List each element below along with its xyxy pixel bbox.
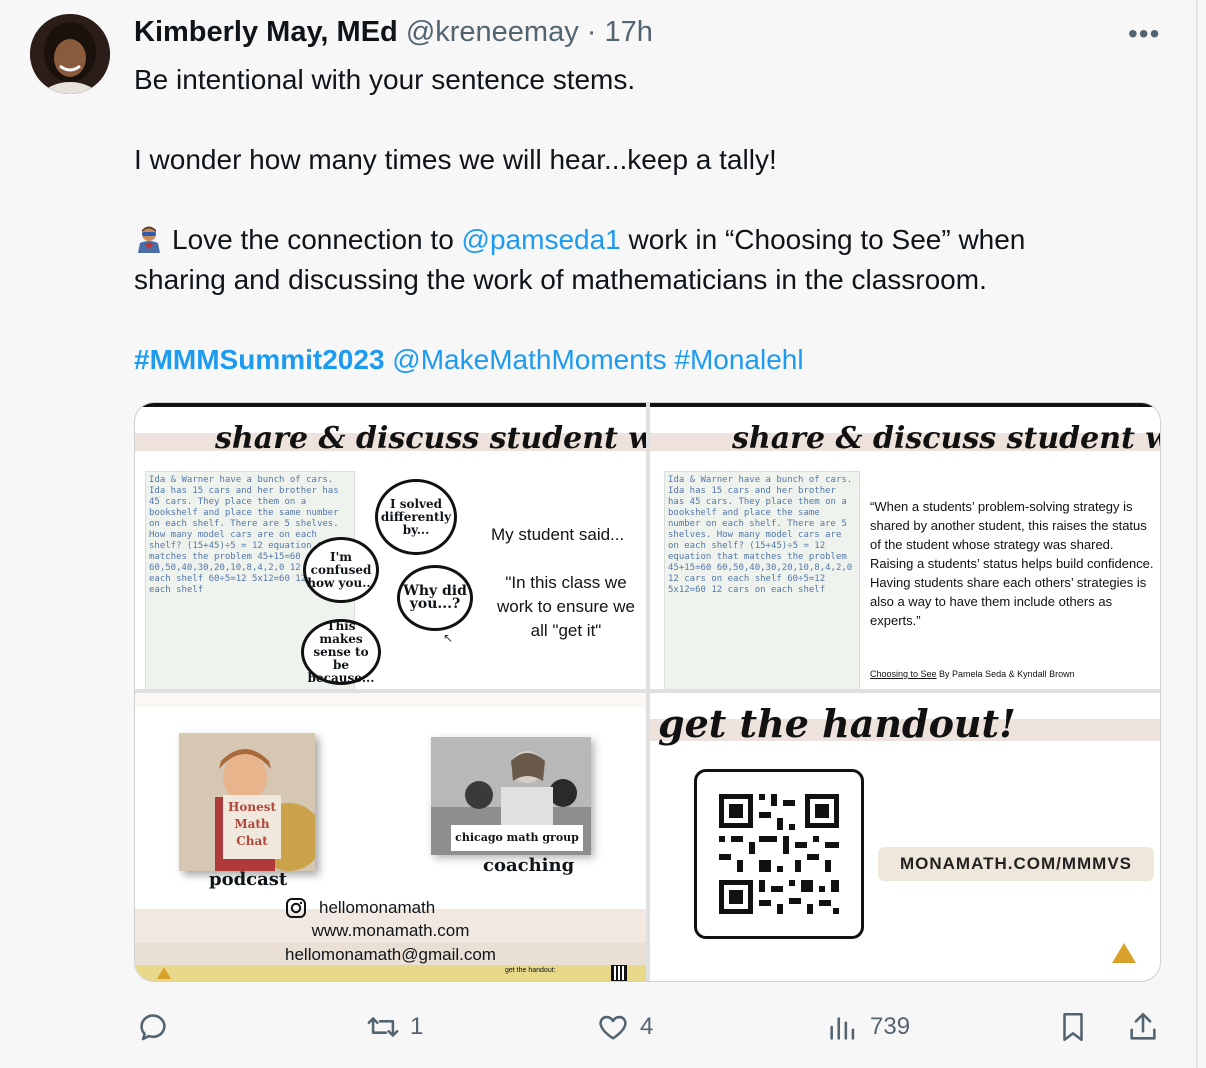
podcast-cover: Honest Math Chat <box>179 733 315 871</box>
more-options-icon[interactable]: ••• <box>1128 18 1160 50</box>
speech-bubble: I'm confused how you... <box>303 537 379 603</box>
speech-bubble: Why did you...? <box>397 565 473 631</box>
retweet-icon <box>367 1017 399 1037</box>
like-button[interactable]: 4 <box>596 1010 653 1044</box>
slide-title: share & discuss student work <box>215 421 646 456</box>
speech-bubble: I solved differently by... <box>375 479 457 555</box>
instagram-row: hellomonamath <box>285 897 435 919</box>
media-image-2[interactable]: share & discuss student work Ida & Warne… <box>650 403 1160 689</box>
coaching-label: coaching <box>483 855 575 876</box>
podcast-cover-title: Honest Math Chat <box>223 795 281 859</box>
views-icon <box>830 1017 855 1040</box>
column-divider <box>1196 0 1198 1068</box>
tweet-line: sharing and discussing the work of mathe… <box>134 264 987 295</box>
tweet-tags-line: #MMMSummit2023 @MakeMathMoments #Monaleh… <box>134 340 1144 380</box>
reply-button[interactable] <box>136 1010 180 1044</box>
slide-title: get the handout! <box>658 701 1016 746</box>
handout-url: MONAMATH.COM/MMMVS <box>878 847 1154 881</box>
instagram-handle: hellomonamath <box>319 898 436 917</box>
author-handle[interactable]: @kreneemay <box>406 16 579 48</box>
tweet-text: Be intentional with your sentence stems.… <box>134 60 1144 380</box>
author-avatar[interactable] <box>30 14 110 94</box>
share-icon <box>1130 1012 1156 1040</box>
logo-icon <box>157 967 171 979</box>
instagram-icon <box>285 897 307 919</box>
hashtag-link[interactable]: #Monalehl <box>674 344 803 375</box>
superhero-emoji-icon <box>134 223 164 253</box>
views-button[interactable]: 739 <box>826 1010 910 1044</box>
logo-icon <box>1112 943 1136 963</box>
quote-text: "In this class we work to ensure we all … <box>497 573 635 640</box>
views-count: 739 <box>870 1013 911 1040</box>
mention-link[interactable]: @pamseda1 <box>462 224 621 255</box>
qr-small-icon <box>611 965 627 981</box>
citation-authors: By Pamela Seda & Kyndall Brown <box>936 669 1075 679</box>
retweet-count: 1 <box>410 1013 424 1040</box>
bookmark-icon <box>1063 1012 1083 1042</box>
qr-code <box>694 769 864 939</box>
citation-title: Choosing to See <box>870 669 937 679</box>
like-count: 4 <box>640 1013 654 1040</box>
retweet-button[interactable]: 1 <box>366 1010 423 1044</box>
tweet-line: Love the connection to @pamseda1 work in… <box>134 220 1144 260</box>
tweet-text-span: Love the connection to <box>172 224 462 255</box>
tweet-header: Kimberly May, MEd @kreneemay · 17h <box>134 16 653 49</box>
email-text: hellomonamath@gmail.com <box>285 945 496 964</box>
tweet-line: Be intentional with your sentence stems. <box>134 64 636 95</box>
tweet: Kimberly May, MEd @kreneemay · 17h ••• B… <box>0 0 1196 1068</box>
website-text: www.monamath.com <box>311 921 470 940</box>
tweet-time[interactable]: · 17h <box>587 16 653 48</box>
heart-icon <box>599 1015 627 1040</box>
share-button[interactable] <box>1126 1010 1160 1044</box>
handout-small: get the handout: <box>505 967 556 974</box>
tweet-line: I wonder how many times we will hear...k… <box>134 144 777 175</box>
podcast-label: podcast <box>209 869 288 890</box>
media-image-1[interactable]: share & discuss student work Ida & Warne… <box>135 403 646 689</box>
cursor-icon: ↖ <box>443 631 454 645</box>
citation: Choosing to See By Pamela Seda & Kyndall… <box>870 669 1075 679</box>
bookmark-button[interactable] <box>1056 1010 1090 1044</box>
speech-bubble: This makes sense to be because... <box>301 619 381 685</box>
hashtag-link[interactable]: #MMMSummit2023 <box>134 344 385 375</box>
mention-link[interactable]: @MakeMathMoments <box>392 344 666 375</box>
tweet-text-span: work in “Choosing to See” when <box>620 224 1026 255</box>
media-image-3[interactable]: Honest Math Chat podcast chicago math gr… <box>135 693 646 981</box>
slide-title: share & discuss student work <box>732 421 1160 456</box>
reply-icon <box>140 1014 166 1041</box>
research-quote: “When a students’ problem-solving strate… <box>870 499 1154 628</box>
coaching-brand: chicago math group <box>451 825 583 851</box>
author-name[interactable]: Kimberly May, MEd <box>134 16 398 48</box>
tweet-actions: 1 4 739 <box>0 1004 1196 1054</box>
student-said-text: My student said... <box>491 525 625 544</box>
media-grid: share & discuss student work Ida & Warne… <box>134 402 1161 982</box>
student-work-image: Ida & Warner have a bunch of cars. Ida h… <box>664 471 860 689</box>
media-image-4[interactable]: get the handout! MONAMATH.COM/MMMVS <box>650 693 1160 981</box>
